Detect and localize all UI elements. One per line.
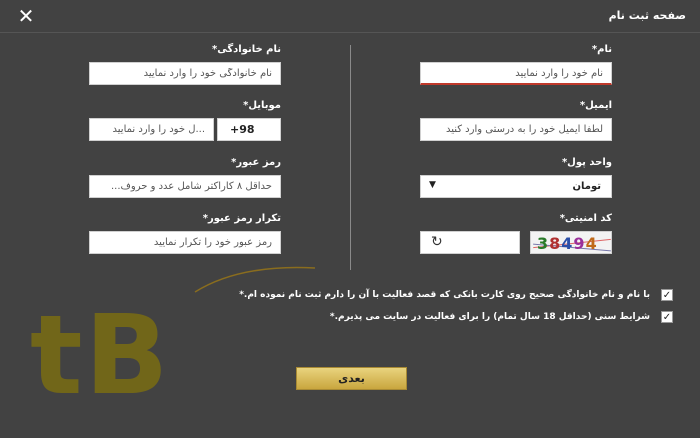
registration-modal: ✕ صفحه ثبت نام tB نام* ایمیل* واحد پول* … [0,0,700,438]
currency-select[interactable]: تومان ▼ [420,175,612,198]
last-name-label: نام خانوادگی* [211,44,281,55]
captcha-image: 38494 [530,231,612,254]
next-button[interactable]: بعدی [296,367,407,390]
close-icon[interactable]: ✕ [14,5,38,27]
last-name-input[interactable] [89,62,281,85]
captcha-refresh-button[interactable]: ↻ [420,231,520,254]
modal-header: ✕ صفحه ثبت نام [0,0,700,33]
confirm-password-input[interactable] [89,231,281,254]
column-divider [350,45,351,270]
password-input[interactable] [89,175,281,198]
bank-card-name-checkbox[interactable]: ✓ [661,289,673,301]
confirm-password-label: تکرار رمز عبور* [202,213,281,224]
mobile-label: موبایل* [243,100,281,111]
first-name-input[interactable] [420,62,612,85]
first-name-label: نام* [591,44,612,55]
modal-title: صفحه ثبت نام [608,9,686,22]
refresh-icon: ↻ [431,234,443,250]
age-terms-checkbox[interactable]: ✓ [661,311,673,323]
mobile-input[interactable] [89,118,214,141]
bank-card-name-text: با نام و نام خانوادگی صحیح روی کارت بانک… [239,290,650,300]
age-terms-text: شرایط سنی (حداقل 18 سال تمام) را برای فع… [329,312,650,322]
captcha-text: 38494 [537,234,598,253]
currency-label: واحد پول* [561,157,612,168]
security-code-label: کد امنیتی* [559,213,612,224]
caret-down-icon: ▼ [429,180,436,190]
currency-selected: تومان [572,181,601,192]
country-code-prefix: +98 [217,118,281,141]
password-label: رمز عبور* [231,157,281,168]
email-input[interactable] [420,118,612,141]
email-label: ایمیل* [579,100,612,111]
brand-watermark: tB [30,291,171,419]
